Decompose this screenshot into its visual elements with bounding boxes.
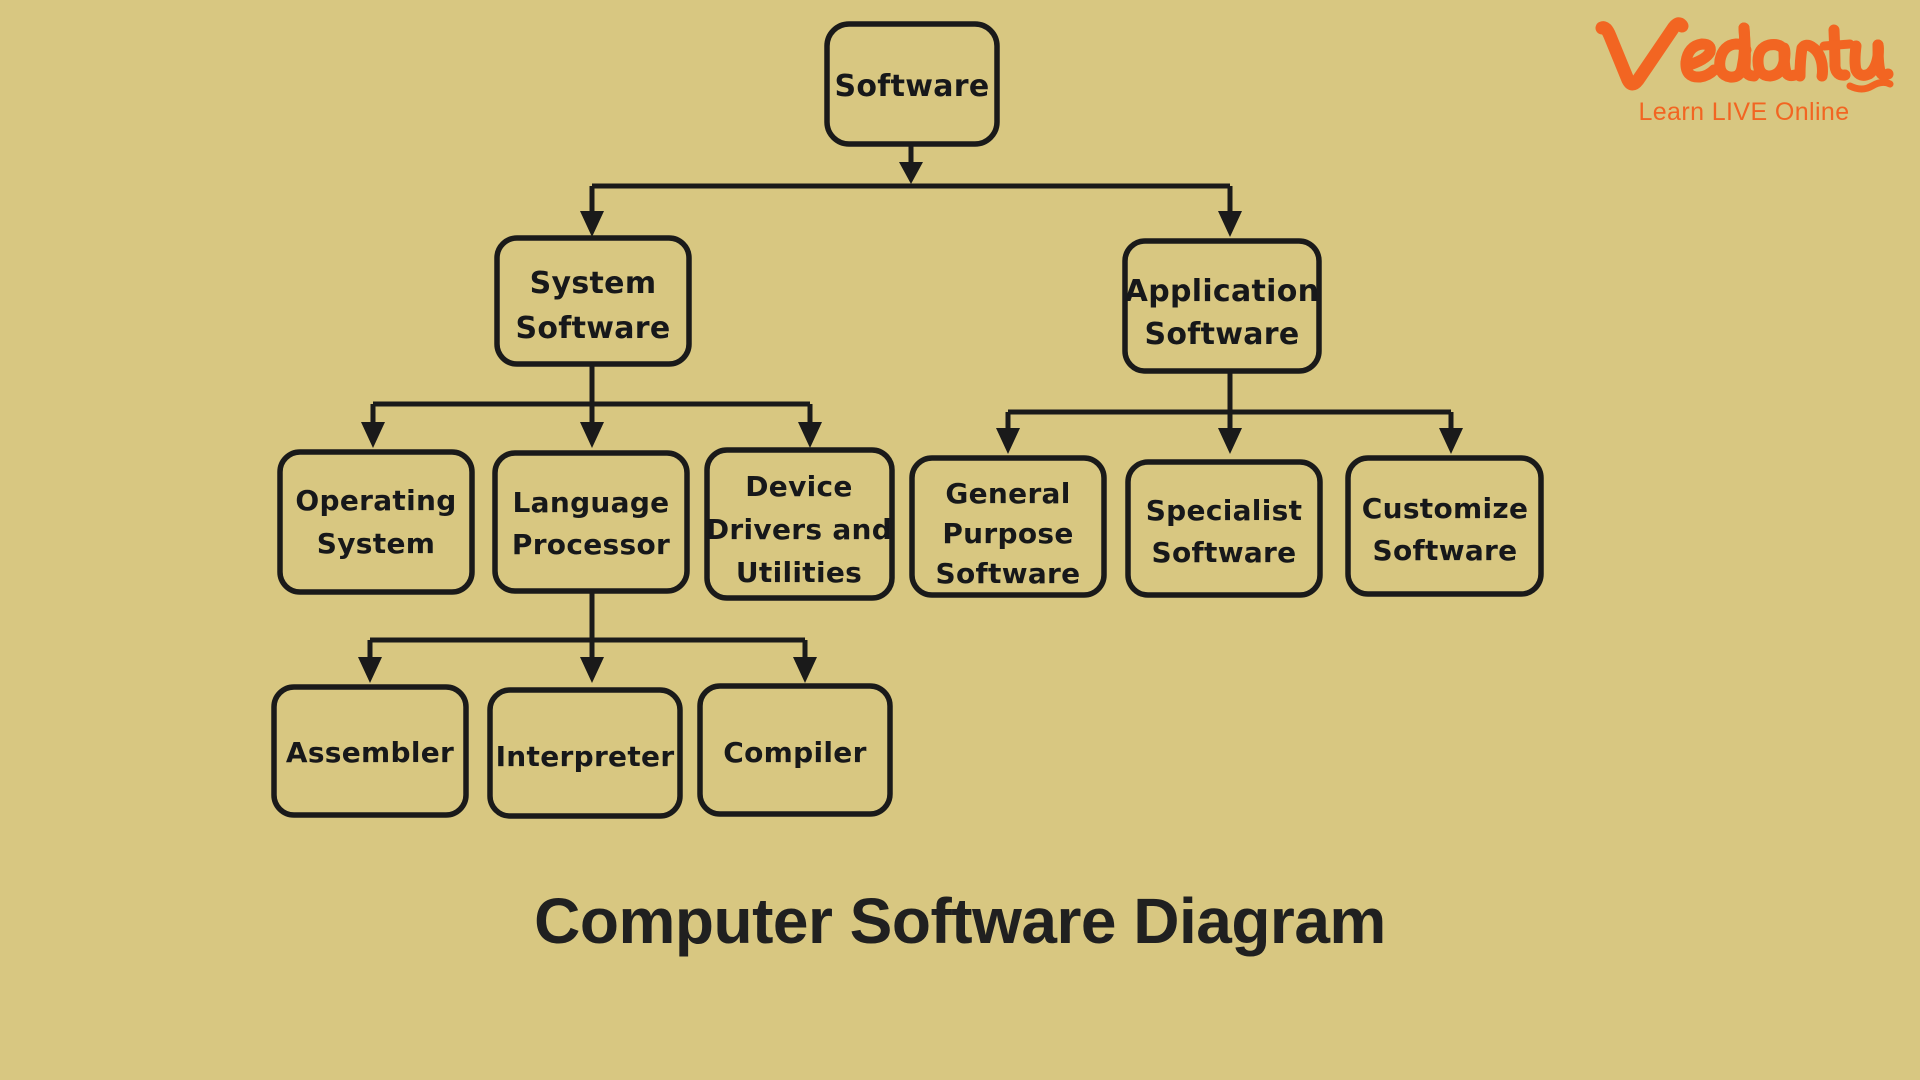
node-compiler-label: Compiler [723, 736, 866, 769]
node-operating-system-label-line1: Operating [295, 484, 456, 517]
arrow-to-operating-system [361, 422, 385, 448]
node-software-label: Software [834, 69, 989, 104]
node-system-software[interactable]: System Software [494, 235, 692, 367]
node-compiler[interactable]: Compiler [697, 683, 893, 817]
node-specialist-software[interactable]: Specialist Software [1125, 459, 1323, 598]
node-specialist-label-line1: Specialist [1146, 494, 1303, 527]
node-operating-system-shape [277, 449, 475, 595]
node-system-software-label-line1: System [530, 266, 657, 301]
node-device-drivers[interactable]: Device Drivers and Utilities [704, 447, 895, 601]
vedantu-tagline: Learn LIVE Online [1638, 98, 1850, 126]
node-system-software-label-line2: Software [515, 311, 670, 346]
node-language-processor[interactable]: Language Processor [492, 450, 690, 594]
node-interpreter-label: Interpreter [496, 740, 675, 773]
node-application-software-label-line1: Application [1125, 274, 1320, 309]
node-assembler[interactable]: Assembler [271, 684, 469, 818]
node-general-purpose-software[interactable]: General Purpose Software [909, 455, 1107, 598]
node-device-drivers-label-line2: Drivers and [706, 513, 892, 546]
connectors-group [358, 144, 1463, 683]
arrow-to-device-drivers [798, 422, 822, 448]
connector-system-to-children [361, 363, 822, 448]
arrow-to-interpreter [580, 657, 604, 683]
node-application-software-label-line2: Software [1144, 317, 1299, 352]
diagram-caption: Computer Software Diagram [534, 885, 1386, 957]
node-customize-label-line2: Software [1373, 534, 1518, 567]
vedantu-logo[interactable]: Learn LIVE Online [1594, 14, 1894, 132]
node-customize-software[interactable]: Customize Software [1345, 455, 1544, 597]
vedantu-wordmark-icon [1595, 17, 1894, 93]
node-operating-system-label-line2: System [317, 527, 435, 560]
node-language-processor-label-line2: Processor [512, 528, 670, 561]
arrow-to-system-software [580, 211, 604, 237]
node-application-software[interactable]: Application Software [1122, 238, 1322, 374]
arrow-to-language-processor [580, 422, 604, 448]
node-general-purpose-label-line1: General [945, 477, 1070, 510]
diagram-canvas: Software System Software Application Sof… [0, 0, 1920, 1080]
arrow-to-customize [1439, 428, 1463, 454]
node-device-drivers-label-line3: Utilities [736, 556, 862, 589]
node-customize-label-line1: Customize [1362, 492, 1529, 525]
node-software[interactable]: Software [824, 21, 1000, 147]
arrow-to-specialist [1218, 428, 1242, 454]
node-specialist-software-shape [1125, 459, 1323, 598]
node-customize-software-shape [1345, 455, 1544, 597]
node-interpreter[interactable]: Interpreter [487, 687, 683, 819]
connector-application-to-children [996, 371, 1463, 454]
node-language-processor-label-line1: Language [513, 486, 670, 519]
node-operating-system[interactable]: Operating System [277, 449, 475, 595]
arrow-to-application-software [1218, 211, 1242, 237]
arrow-to-general-purpose [996, 428, 1020, 454]
connector-language-to-children [358, 591, 817, 683]
node-general-purpose-label-line2: Purpose [942, 517, 1073, 550]
node-general-purpose-label-line3: Software [936, 557, 1081, 590]
node-specialist-label-line2: Software [1152, 536, 1297, 569]
node-assembler-label: Assembler [286, 736, 454, 769]
connector-root-to-bus [580, 144, 1242, 237]
arrow-to-assembler [358, 657, 382, 683]
node-device-drivers-label-line1: Device [745, 470, 852, 503]
node-language-processor-shape [492, 450, 690, 594]
arrow-to-compiler [793, 657, 817, 683]
